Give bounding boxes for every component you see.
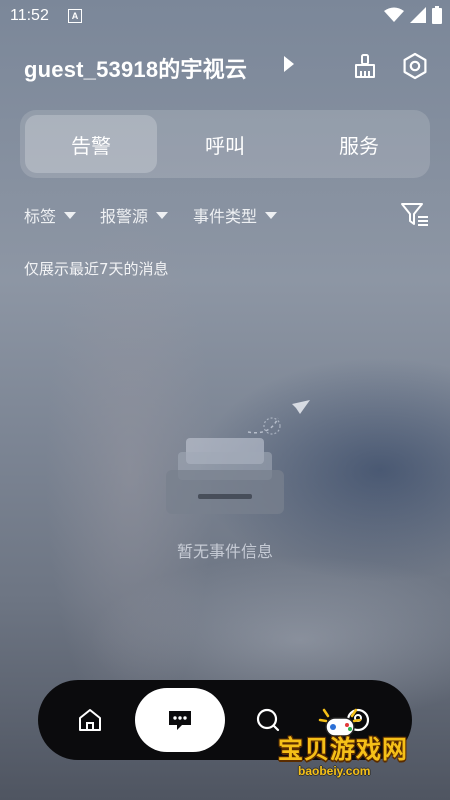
settings-icon[interactable] [401,52,429,80]
notification-icon: A [68,9,82,23]
caret-down-icon [64,211,77,219]
tab-alarm[interactable]: 告警 [25,115,157,173]
tab-call[interactable]: 呼叫 [159,115,291,173]
status-bar: 11:52 A [0,0,450,32]
signal-icon [410,7,426,23]
header: guest_53918的宇视云 [0,48,450,88]
clean-brush-icon[interactable] [351,52,379,80]
nav-message-button[interactable] [135,688,225,752]
filter-event-type-label: 事件类型 [193,207,258,226]
caret-down-icon [265,211,278,219]
nav-home-button[interactable] [60,690,120,750]
battery-icon [432,6,442,24]
recent-days-notice: 仅展示最近7天的消息 [24,260,169,278]
filter-row: 标签 报警源 事件类型 [24,203,434,229]
account-title[interactable]: guest_53918的宇视云 [24,52,247,84]
empty-state-text: 暂无事件信息 [176,542,273,561]
tab-bar: 告警 呼叫 服务 [20,110,430,178]
filter-source-label: 报警源 [100,207,149,226]
account-switch-arrow-icon[interactable] [284,56,294,72]
message-icon [169,711,191,730]
filter-tag-dropdown[interactable]: 标签 [24,203,77,227]
watermark-text: 宝贝游戏网 [278,735,409,764]
status-icons [384,6,442,24]
filter-tag-label: 标签 [24,207,57,226]
wifi-icon [384,7,404,22]
tab-service[interactable]: 服务 [293,115,425,173]
watermark-url: baobeiy.com [298,764,371,778]
filter-funnel-icon[interactable] [400,201,430,229]
status-time: 11:52 [10,7,49,24]
empty-inbox-illustration [166,400,310,514]
home-icon [79,709,101,731]
watermark: 宝贝游戏网 baobeiy.com [270,708,430,784]
caret-down-icon [156,211,169,219]
filter-source-dropdown[interactable]: 报警源 [100,203,169,227]
filter-event-type-dropdown[interactable]: 事件类型 [193,203,278,227]
